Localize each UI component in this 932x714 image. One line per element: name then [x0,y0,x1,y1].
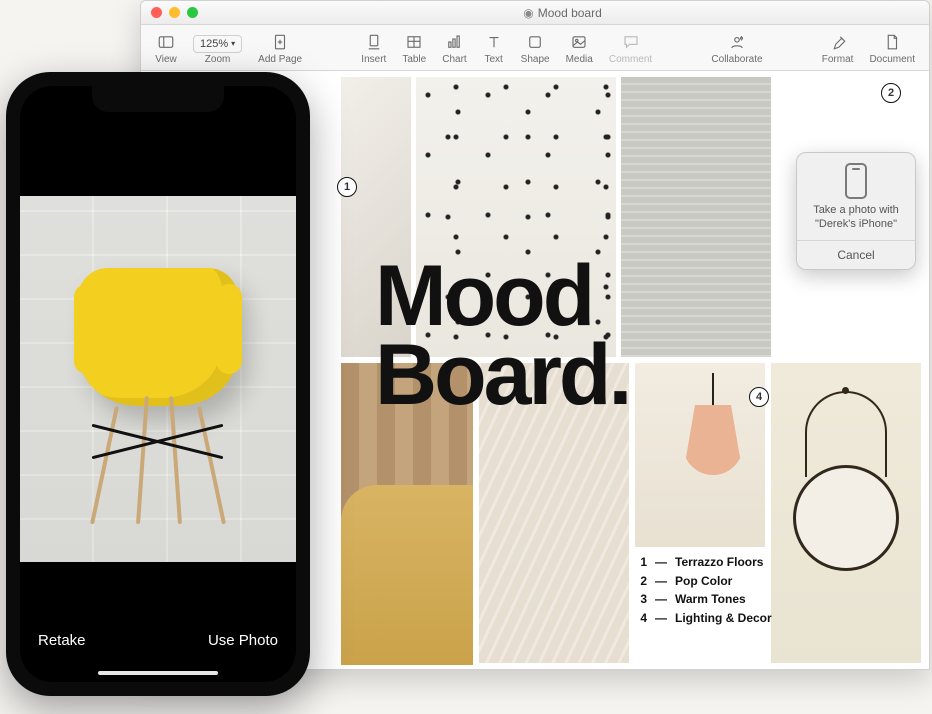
popover-message: Take a photo with "Derek's iPhone" [797,203,915,240]
callout-badge-2[interactable]: 2 [881,83,901,103]
window-zoom-button[interactable] [187,7,198,18]
window-titlebar: ◉ Mood board [141,1,929,25]
document-edited-icon: ◉ [523,6,533,20]
legend-row: 1—Terrazzo Floors [635,553,772,572]
iphone-device: Retake Use Photo [6,72,310,696]
toolbar-media-button[interactable]: Media [558,29,601,67]
window-close-button[interactable] [151,7,162,18]
home-indicator[interactable] [98,671,218,675]
insert-icon [363,31,385,53]
moodboard-image-concrete[interactable] [621,77,771,357]
toolbar-collaborate-button[interactable]: Collaborate [703,29,770,67]
moodboard-headline[interactable]: Mood Board. [375,257,629,415]
toolbar-zoom-menu[interactable]: 125% ▾ Zoom [185,33,250,67]
window-title: ◉ Mood board [206,6,919,20]
document-icon [881,31,903,53]
pendant-lamp-icon [679,373,747,483]
yellow-chair-icon [58,236,258,536]
toolbar-shape-button[interactable]: Shape [513,29,558,67]
legend-row: 2—Pop Color [635,572,772,591]
comment-icon [620,31,642,53]
format-icon [827,31,849,53]
toolbar-text-button[interactable]: Text [475,29,513,67]
toolbar-table-button[interactable]: Table [394,29,434,67]
moodboard-legend[interactable]: 1—Terrazzo Floors 2—Pop Color 3—Warm Ton… [635,553,772,627]
toolbar-comment-button[interactable]: Comment [601,29,660,67]
toolbar-view-button[interactable]: View [147,29,185,67]
add-page-icon [269,31,291,53]
sidebar-icon [155,31,177,53]
callout-badge-1[interactable]: 1 [337,177,357,197]
text-icon [483,31,505,53]
zoom-value-pill[interactable]: 125% ▾ [193,35,242,53]
chevron-down-icon: ▾ [231,39,235,48]
iphone-screen: Retake Use Photo [20,86,296,682]
media-icon [568,31,590,53]
toolbar-chart-button[interactable]: Chart [434,29,474,67]
table-icon [403,31,425,53]
window-title-text: Mood board [538,6,602,20]
legend-row: 4—Lighting & Decor [635,609,772,628]
callout-badge-4[interactable]: 4 [749,387,769,407]
retake-button[interactable]: Retake [38,632,86,649]
iphone-outline-icon [845,163,867,199]
hanging-mirror-icon [787,387,905,617]
use-photo-button[interactable]: Use Photo [208,632,278,649]
legend-row: 3—Warm Tones [635,590,772,609]
toolbar-format-button[interactable]: Format [814,29,862,67]
toolbar-insert-button[interactable]: Insert [353,29,394,67]
toolbar-add-page-button[interactable]: Add Page [250,29,310,67]
collaborate-icon [726,31,748,53]
toolbar-document-button[interactable]: Document [861,29,923,67]
continuity-camera-popover: Take a photo with "Derek's iPhone" Cance… [796,152,916,270]
window-minimize-button[interactable] [169,7,180,18]
window-traffic-lights [151,7,198,18]
iphone-notch [92,86,224,112]
shape-icon [524,31,546,53]
popover-cancel-button[interactable]: Cancel [797,240,915,269]
toolbar: View 125% ▾ Zoom Add Page Insert Table C… [141,25,929,71]
moodboard-image-leather-chair[interactable] [341,485,473,665]
chart-icon [443,31,465,53]
